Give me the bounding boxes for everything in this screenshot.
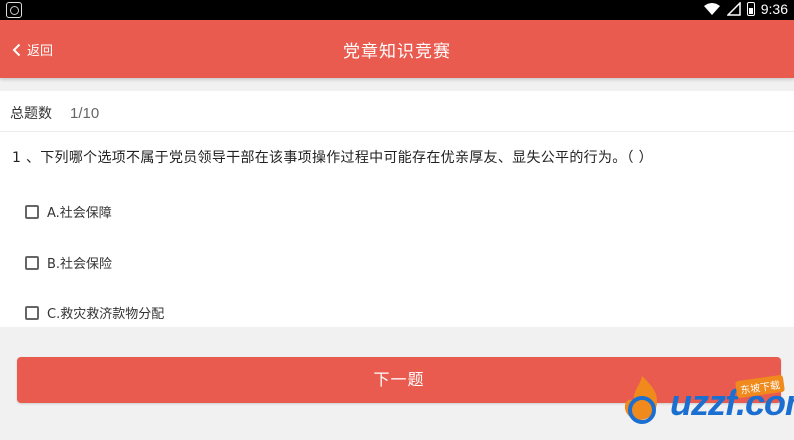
wifi-icon (703, 3, 720, 15)
checkbox-a[interactable] (25, 204, 39, 219)
checkbox-b[interactable] (25, 255, 39, 270)
question-count-label: 总题数 (10, 106, 52, 122)
option-c[interactable]: C.救灾救济款物分配 (25, 303, 164, 322)
option-b-label: B.社会保险 (47, 257, 113, 272)
watermark-logo: uzzf.com 东坡下载 (612, 372, 794, 432)
signal-icon (726, 2, 741, 16)
page-title: 党章知识竞赛 (343, 42, 451, 62)
question-count: 总题数 1/10 (10, 103, 99, 123)
flame-logo-icon (624, 376, 658, 424)
question-count-value: 1/10 (70, 105, 100, 122)
checkbox-c[interactable] (25, 305, 39, 320)
status-time: 9:36 (760, 1, 788, 17)
battery-icon (746, 2, 755, 16)
app-header: 返回 党章知识竞赛 (0, 20, 794, 78)
status-bar: 9:36 (0, 0, 794, 20)
app-notification-icon (6, 2, 22, 18)
question-text: 1 、下列哪个选项不属于党员领导干部在该事项操作过程中可能存在优亲厚友、显失公平… (12, 150, 653, 166)
option-c-label: C.救灾救济款物分配 (47, 307, 165, 322)
divider (0, 131, 794, 132)
status-icons: 9:36 (703, 1, 788, 17)
option-a-label: A.社会保障 (47, 206, 112, 221)
option-b[interactable]: B.社会保险 (25, 253, 112, 272)
option-a[interactable]: A.社会保障 (25, 202, 112, 221)
question-card: 总题数 1/10 1 、下列哪个选项不属于党员领导干部在该事项操作过程中可能存在优… (0, 91, 794, 327)
